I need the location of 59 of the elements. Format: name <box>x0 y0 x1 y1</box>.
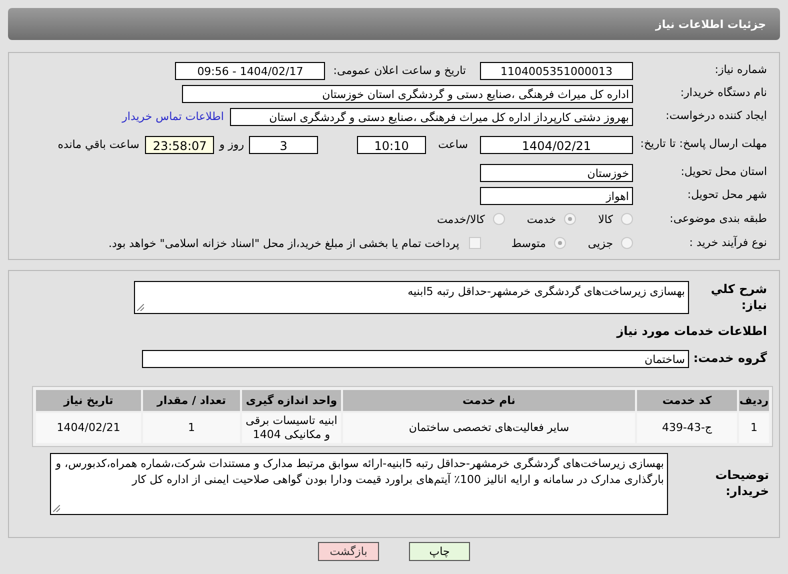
input-field[interactable]: بهروز دشتی کارپرداز اداره کل میراث فرهنگی ،صنایع دستی و گردشگری استان <box>230 108 633 126</box>
input-field[interactable]: اهواز <box>480 186 633 204</box>
field-label: طبقه بندی موضوعی: <box>668 212 768 226</box>
field-label: گروه خدمت: <box>692 351 768 367</box>
page-title: جزئیات اطلاعات نیاز <box>656 18 766 30</box>
text-area[interactable]: بهسازی زیرساخت‌های گردشگری خرمشهر-حداقل رتبه 5ابنیه <box>134 281 689 314</box>
table-cell: ج-43-439 <box>637 413 737 443</box>
field-label: شماره نیاز: <box>714 63 768 78</box>
radio-button[interactable] <box>554 237 566 249</box>
column-header: نام خدمت <box>343 390 635 411</box>
field-label: نام دستگاه خریدار: <box>679 86 768 101</box>
table-cell: ابنیه تاسیسات برقی و مکانیکی 1404 <box>242 413 341 443</box>
radio-label: کالا/خدمت <box>437 212 485 226</box>
field-label: توضیحات خریدار: <box>714 468 770 500</box>
field-label: تاریخ و ساعت اعلان عمومی: <box>333 64 466 77</box>
print-button[interactable]: چاپ <box>409 542 470 561</box>
field-label: روز و <box>219 138 244 151</box>
input-field[interactable]: 1404/02/21 <box>480 136 633 154</box>
radio-label: خدمت <box>526 212 556 226</box>
input-field[interactable]: 1404/02/17 - 09:56 <box>175 62 326 80</box>
resize-grip-icon <box>137 304 144 311</box>
input-field[interactable]: 1104005351000013 <box>480 62 633 80</box>
field-label: نوع فرآیند خرید : <box>688 236 768 250</box>
field-label: مهلت ارسال پاسخ: تا تاریخ: <box>639 137 768 152</box>
countdown-field: 23:58:07 <box>145 136 214 154</box>
column-header: کد خدمت <box>637 390 737 411</box>
radio-label: کالا <box>598 212 613 226</box>
radio-label: جزیی <box>588 236 613 250</box>
radio-label: متوسط <box>511 236 546 250</box>
field-label: شرح کلي نياز: <box>710 282 768 314</box>
column-header: تاریخ نیاز <box>36 390 141 411</box>
section-heading: اطلاعات خدمات مورد نياز <box>615 324 767 338</box>
field-label: شهر محل تحویل: <box>686 188 768 203</box>
column-header: واحد اندازه گیری <box>242 390 341 411</box>
text-area[interactable]: بهسازی زیرساخت‌های گردشگری خرمشهر-حداقل رتبه 5ابنیه-ارائه سوابق مرتبط مدارک و مستندات شرکت،شماره همراه،کدبورس، و بارگذاری مدارک در سامانه و ارایه انالیز 100٪ آیتم‌های براورد قیمت ودارا بودن گواهی صلاحیت ایمنی از اداره کل کار <box>50 453 668 515</box>
radio-button[interactable] <box>621 237 633 249</box>
input-field[interactable]: 10:10 <box>357 136 426 154</box>
column-header: ردیف <box>739 390 769 411</box>
table-cell: سایر فعالیت‌های تخصصی ساختمان <box>343 413 635 443</box>
input-field[interactable]: اداره کل میراث فرهنگی ،صنایع دستی و گردشگری استان خوزستان <box>182 84 633 102</box>
back-button[interactable]: بازگشت <box>318 542 379 561</box>
table-cell: 1 <box>739 413 769 443</box>
radio-button[interactable] <box>621 213 633 225</box>
field-label: استان محل تحویل: <box>680 165 768 180</box>
field-label: ساعت <box>438 138 468 151</box>
radio-button[interactable] <box>564 213 576 225</box>
checkbox[interactable] <box>469 237 482 249</box>
column-header: تعداد / مقدار <box>143 390 240 411</box>
resize-grip-icon <box>53 505 60 512</box>
input-field[interactable]: خوزستان <box>480 164 633 182</box>
checkbox-label: پرداخت تمام یا بخشی از مبلغ خرید،از محل "اسناد خزانه اسلامی" خواهد بود. <box>108 236 460 250</box>
table-cell: 1 <box>143 413 240 443</box>
contact-link[interactable]: اطلاعات تماس خریدار <box>122 110 224 123</box>
input-field[interactable]: 3 <box>249 136 318 154</box>
radio-button[interactable] <box>492 213 505 225</box>
field-label: ساعت باقي مانده <box>58 138 140 151</box>
field-label: ایجاد کننده درخواست: <box>664 109 768 124</box>
input-field[interactable]: ساختمان <box>142 350 689 368</box>
table-cell: 1404/02/21 <box>36 413 141 443</box>
